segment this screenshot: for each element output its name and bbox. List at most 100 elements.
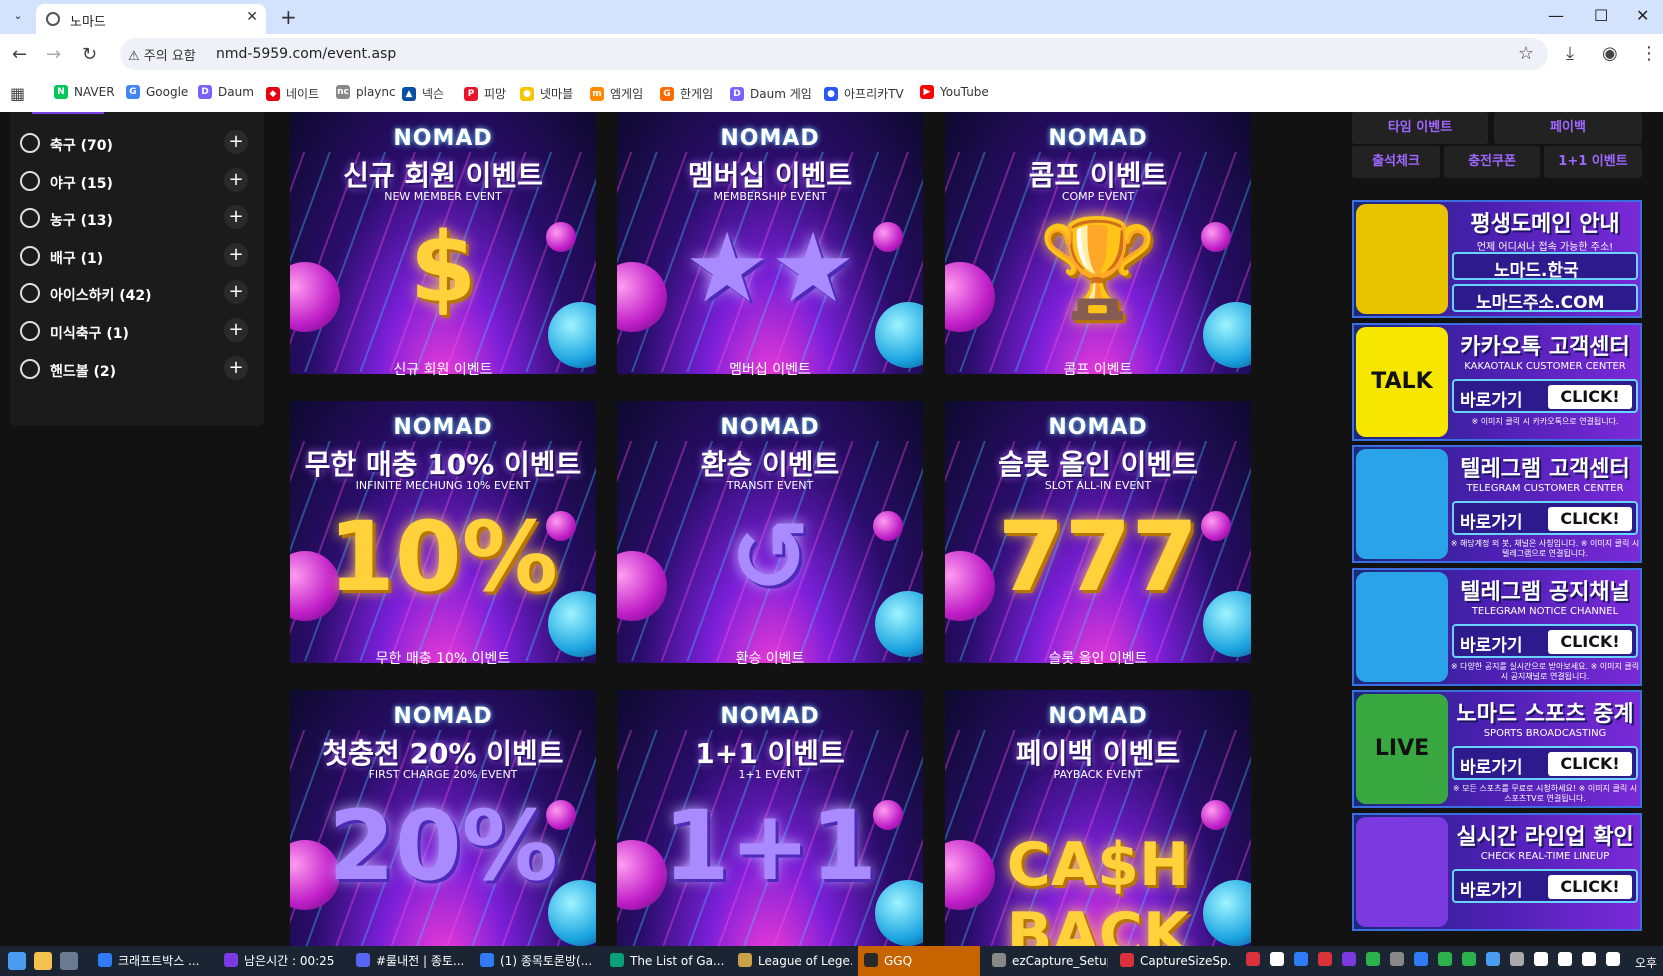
expand-plus-icon[interactable]: + [224,167,248,192]
event-banner[interactable]: NOMAD 슬롯 올인 이벤트 SLOT ALL-IN EVENT 777 [945,401,1251,663]
minimize-icon[interactable]: — [1548,6,1564,25]
bookmark-item[interactable]: G 한게임 [660,85,713,102]
taskbar-app-button[interactable]: GGQ [858,946,980,976]
tray-icon[interactable] [1582,952,1596,966]
tray-icon[interactable] [1534,952,1548,966]
side-banner-cta[interactable]: 바로가기 CLICK! [1452,746,1638,780]
side-promo-banner[interactable]: LIVE 노마드 스포츠 중계 SPORTS BROADCASTING 바로가기 CLI… [1352,690,1642,808]
expand-plus-icon[interactable]: + [224,318,248,342]
tray-icon[interactable] [1510,952,1524,966]
bookmark-star-icon[interactable]: ☆ [1518,43,1534,64]
taskbar-app-button[interactable]: 크래프트박스 ... [92,946,212,976]
taskbar-app-button[interactable]: (1) 종목토론방(... [474,946,598,976]
event-banner[interactable]: NOMAD 무한 매충 10% 이벤트 INFINITE MECHUNG 10% E… [290,401,596,663]
new-tab-plus-icon[interactable]: + [280,5,297,29]
sport-item[interactable]: 핸드볼 (2) + [10,350,264,390]
tray-icon[interactable] [1486,952,1500,966]
tray-icon[interactable] [1462,952,1476,966]
taskbar-app-button[interactable]: League of Lege... [732,946,852,976]
event-caption[interactable]: 환승 이벤트 [617,648,923,668]
sport-item[interactable]: 배구 (1) + [10,237,264,277]
sport-item[interactable]: 축구 (70) + [10,124,264,164]
store-icon[interactable] [60,952,78,970]
taskbar-app-button[interactable]: CaptureSizeSp... [1114,946,1232,976]
click-label[interactable]: CLICK! [1548,874,1632,899]
clock[interactable]: 오후 [1635,954,1657,971]
bookmark-item[interactable]: ▲ 넥슨 [402,85,444,102]
reload-icon[interactable]: ↻ [82,44,97,65]
tray-icon[interactable] [1438,952,1452,966]
tray-icon[interactable] [1414,952,1428,966]
side-banner-cta[interactable]: 바로가기 CLICK! [1452,501,1638,535]
event-caption[interactable]: 콤프 이벤트 [945,359,1251,379]
tab-close-icon[interactable]: ✕ [246,9,258,25]
bookmark-item[interactable]: ● 아프리카TV [824,85,904,102]
expand-plus-icon[interactable]: + [224,130,248,154]
tray-icon[interactable] [1606,952,1620,966]
tray-icon[interactable] [1390,952,1404,966]
domain-line[interactable]: 노마드.한국 [1452,252,1638,281]
sport-item[interactable]: 농구 (13) + [10,199,264,239]
tray-icon[interactable] [1366,952,1380,966]
side-promo-banner[interactable]: 평생도메인 안내 언제 어디서나 접속 가능한 주소! 노마드.한국 노마드주소.CO… [1352,200,1642,318]
profile-icon[interactable]: ◉ [1602,43,1618,64]
tray-icon[interactable] [1342,952,1356,966]
side-banner-cta[interactable]: 바로가기 CLICK! [1452,378,1638,413]
expand-plus-icon[interactable]: + [224,355,248,380]
side-promo-banner[interactable]: 텔레그램 공지채널 TELEGRAM NOTICE CHANNEL 바로가기 CLIC… [1352,567,1642,686]
window-close-icon[interactable]: ✕ [1636,6,1649,25]
event-tab-button[interactable]: 타임 이벤트 [1352,112,1488,144]
address-bar[interactable]: ⚠ 주의 요함 nmd-5959.com/event.asp ☆ [120,38,1548,70]
event-banner[interactable]: NOMAD 신규 회원 이벤트 NEW MEMBER EVENT $ [290,112,596,374]
url-text[interactable]: nmd-5959.com/event.asp [216,46,396,62]
taskbar-app-button[interactable]: The List of Ga... [604,946,726,976]
tray-icon[interactable] [1294,952,1308,966]
sport-item[interactable]: 야구 (15) + [10,162,264,202]
bookmark-item[interactable]: D Daum [198,85,254,99]
side-banner-cta[interactable]: 바로가기 CLICK! [1452,623,1638,658]
click-label[interactable]: CLICK! [1548,629,1632,654]
sport-item[interactable]: 아이스하키 (42) + [10,274,264,314]
bookmark-item[interactable]: D Daum 게임 [730,85,812,102]
side-banner-cta[interactable]: 바로가기 CLICK! [1452,868,1638,903]
domain-line[interactable]: 노마드주소.COM [1452,284,1638,313]
bookmark-item[interactable]: m 엠게임 [590,85,643,102]
expand-plus-icon[interactable]: + [224,280,248,305]
forward-arrow-icon[interactable]: → [46,44,61,65]
click-label[interactable]: CLICK! [1548,384,1632,409]
bookmark-item[interactable]: ▶ YouTube [920,85,989,99]
tray-icon[interactable] [1318,952,1332,966]
expand-plus-icon[interactable]: + [224,205,248,230]
file-explorer-icon[interactable] [34,952,52,970]
event-banner[interactable]: NOMAD 멤버십 이벤트 MEMBERSHIP EVENT ★★ [617,112,923,374]
tray-icon[interactable] [1558,952,1572,966]
side-promo-banner[interactable]: 텔레그램 고객센터 TELEGRAM CUSTOMER CENTER 바로가기 CLI… [1352,445,1642,563]
apps-grid-icon[interactable]: ▦ [10,84,25,103]
bookmark-item[interactable]: G Google [126,85,188,99]
download-icon[interactable]: ⤓ [1566,43,1574,64]
browser-tab[interactable]: 노마드 ✕ [36,4,266,34]
tray-icon[interactable] [1270,952,1284,966]
tab-search-chevron-icon[interactable]: ⌄ [8,6,28,26]
event-banner[interactable]: NOMAD 1+1 이벤트 1+1 EVENT 1+1 [617,690,923,946]
event-tab-button[interactable]: 페이백 [1494,112,1642,144]
bookmark-item[interactable]: ● 넷마블 [520,85,573,102]
bookmark-item[interactable]: P 피망 [464,85,506,102]
windows-start-icon[interactable] [8,952,26,970]
side-promo-banner[interactable]: TALK 카카오톡 고객센터 KAKAOTALK CUSTOMER CENTER 바로… [1352,322,1642,441]
click-label[interactable]: CLICK! [1548,507,1632,531]
event-banner[interactable]: NOMAD 콤프 이벤트 COMP EVENT 🏆 [945,112,1251,374]
menu-kebab-icon[interactable]: ⋮ [1640,43,1658,64]
back-arrow-icon[interactable]: ← [12,44,27,65]
event-tab-button[interactable]: 1+1 이벤트 [1544,146,1642,178]
tray-icon[interactable] [1246,952,1260,966]
expand-plus-icon[interactable]: + [224,242,248,267]
click-label[interactable]: CLICK! [1548,752,1632,776]
taskbar-app-button[interactable]: 남은시간 : 00:25 [218,946,344,976]
event-caption[interactable]: 슬롯 올인 이벤트 [945,648,1251,668]
bookmark-item[interactable]: N NAVER [54,85,115,99]
side-promo-banner[interactable]: 실시간 라인업 확인 CHECK REAL-TIME LINEUP 바로가기 CLIC… [1352,812,1642,931]
bookmark-item[interactable]: ◆ 네이트 [266,85,319,102]
event-caption[interactable]: 멤버십 이벤트 [617,359,923,379]
event-caption[interactable]: 무한 매충 10% 이벤트 [290,648,596,668]
